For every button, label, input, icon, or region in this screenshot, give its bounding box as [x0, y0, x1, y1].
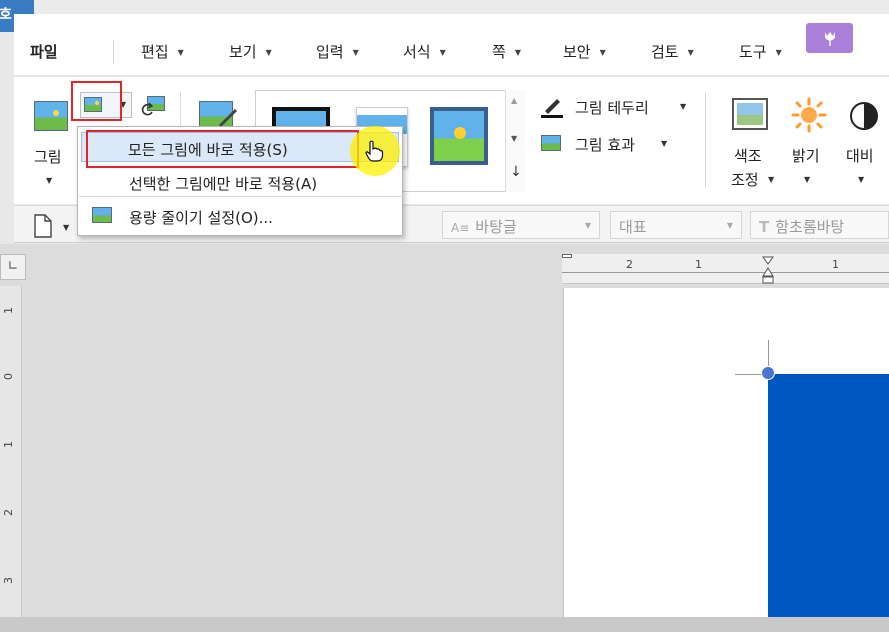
picture-button-label[interactable]: 그림: [34, 146, 62, 167]
picture-effect-label[interactable]: 그림 효과: [575, 134, 635, 155]
menu-security-label: 보안: [563, 43, 591, 61]
style-select-value: 바탕글: [475, 218, 517, 236]
compress-settings-icon: [92, 207, 112, 223]
ruler-label: 2: [2, 509, 15, 516]
gallery-scroll[interactable]: ▲ ▼ ↓: [505, 90, 525, 192]
tulip-icon: [824, 32, 835, 46]
brightness-label[interactable]: 밝기: [792, 145, 820, 166]
app-logo-label: 호: [0, 7, 12, 23]
margin-marker-icon[interactable]: [562, 254, 572, 258]
language-select-value: 대표: [619, 218, 647, 236]
chevron-down-icon: ▼: [687, 48, 694, 57]
menu-view-label: 보기: [229, 43, 257, 61]
ribbon-divider: [705, 92, 706, 188]
ruler-label: 1: [832, 258, 839, 271]
sun-brightness-icon[interactable]: [791, 97, 827, 133]
menu-divider: [79, 196, 403, 197]
compress-settings-item[interactable]: 용량 줄이기 설정(O)...: [78, 201, 402, 231]
font-select-value: 함초롬바탕: [775, 218, 845, 236]
tulip-help-button[interactable]: [806, 23, 853, 53]
chevron-down-icon: ▼: [584, 221, 591, 230]
menu-security[interactable]: 보안 ▼: [563, 41, 606, 62]
chevron-down-icon: ▼: [265, 48, 272, 57]
menu-insert[interactable]: 입력 ▼: [316, 41, 359, 62]
language-select[interactable]: 대표 ▼: [610, 211, 742, 239]
hand-pointer-icon: [364, 140, 384, 162]
picture-border-label[interactable]: 그림 테두리: [575, 97, 649, 118]
style-select[interactable]: A≡ 바탕글 ▼: [442, 211, 600, 239]
title-strip: [0, 0, 889, 14]
contrast-label[interactable]: 대비: [846, 145, 874, 166]
ruler-label: 0: [2, 373, 15, 380]
menu-divider: [113, 40, 114, 64]
style-icon: A≡: [451, 221, 470, 235]
gallery-expand-icon[interactable]: ↓: [510, 164, 522, 180]
highlight-box-apply-all: [86, 130, 359, 168]
menu-tools[interactable]: 도구 ▼: [739, 41, 782, 62]
chevron-down-icon[interactable]: ▼: [661, 139, 667, 148]
chevron-down-icon[interactable]: ▼: [680, 102, 686, 111]
chevron-down-icon: ▼: [726, 221, 733, 230]
menu-format[interactable]: 서식 ▼: [403, 41, 446, 62]
menu-page-label: 쪽: [492, 43, 506, 61]
vertical-ruler: 1 0 1 2 3: [0, 286, 22, 632]
compress-settings-label: 용량 줄이기 설정(O)...: [129, 209, 273, 227]
pen-border-icon[interactable]: [541, 96, 565, 118]
chevron-down-icon: ▼: [439, 48, 446, 57]
menu-file[interactable]: 파일: [30, 41, 58, 62]
horizontal-ruler: 2 1 1: [562, 254, 889, 284]
apply-selected-picture-label: 선택한 그림에만 바로 적용(A): [129, 175, 318, 193]
menu-edit-label: 편집: [141, 43, 169, 61]
menu-review-label: 검토: [651, 43, 679, 61]
selected-picture[interactable]: [768, 374, 889, 632]
menu-edit[interactable]: 편집 ▼: [141, 41, 184, 62]
ruler-label: 1: [695, 258, 702, 271]
chevron-down-icon[interactable]: ▼: [768, 175, 774, 184]
gallery-style-blue-frame[interactable]: [430, 107, 488, 165]
chevron-down-icon[interactable]: ▼: [858, 175, 864, 184]
rotate-handle[interactable]: [761, 366, 775, 380]
scroll-down-icon[interactable]: ▼: [511, 134, 517, 143]
color-tone-icon[interactable]: [732, 98, 768, 130]
color-tone-label-1[interactable]: 색조: [734, 145, 762, 166]
menu-insert-label: 입력: [316, 43, 344, 61]
menu-format-label: 서식: [403, 43, 431, 61]
chevron-down-icon: ▼: [514, 48, 521, 57]
chevron-down-icon[interactable]: ▼: [804, 175, 810, 184]
tab-stop-selector[interactable]: ∟: [0, 254, 26, 280]
ruler-label: 2: [626, 258, 633, 271]
picture-effect-icon[interactable]: [541, 135, 561, 151]
menu-page[interactable]: 쪽 ▼: [492, 41, 521, 62]
chevron-down-icon: ▼: [352, 48, 359, 57]
chevron-down-icon[interactable]: ▼: [63, 223, 69, 232]
status-strip: [0, 617, 889, 632]
chevron-down-icon: ▼: [177, 48, 184, 57]
contrast-icon[interactable]: [849, 101, 879, 131]
menu-bar: 파일 편집 ▼ 보기 ▼ 입력 ▼ 서식 ▼ 쪽 ▼ 보안 ▼ 검토 ▼ 도구 ▼: [14, 14, 889, 76]
chevron-down-icon[interactable]: ▼: [46, 176, 52, 185]
scroll-up-icon[interactable]: ▲: [511, 96, 517, 105]
font-icon: T: [759, 218, 770, 236]
menu-review[interactable]: 검토 ▼: [651, 41, 694, 62]
chevron-down-icon: ▼: [599, 48, 606, 57]
ruler-label: 3: [2, 577, 15, 584]
ruler-label: 1: [2, 307, 15, 314]
new-document-icon[interactable]: [33, 214, 53, 238]
menu-file-label: 파일: [30, 43, 58, 61]
menu-view[interactable]: 보기 ▼: [229, 41, 272, 62]
highlight-box-compress: [71, 81, 122, 121]
apply-selected-picture-item[interactable]: 선택한 그림에만 바로 적용(A): [78, 167, 402, 197]
reset-picture-icon[interactable]: [141, 96, 167, 118]
menu-tools-label: 도구: [739, 43, 767, 61]
insert-picture-icon[interactable]: [34, 101, 68, 131]
chevron-down-icon: ▼: [775, 48, 782, 57]
color-tone-label-2[interactable]: 조정: [731, 169, 759, 190]
ruler-label: 1: [2, 441, 15, 448]
font-select[interactable]: T 함초롬바탕: [750, 211, 889, 239]
indent-marker-icon[interactable]: [762, 256, 774, 284]
